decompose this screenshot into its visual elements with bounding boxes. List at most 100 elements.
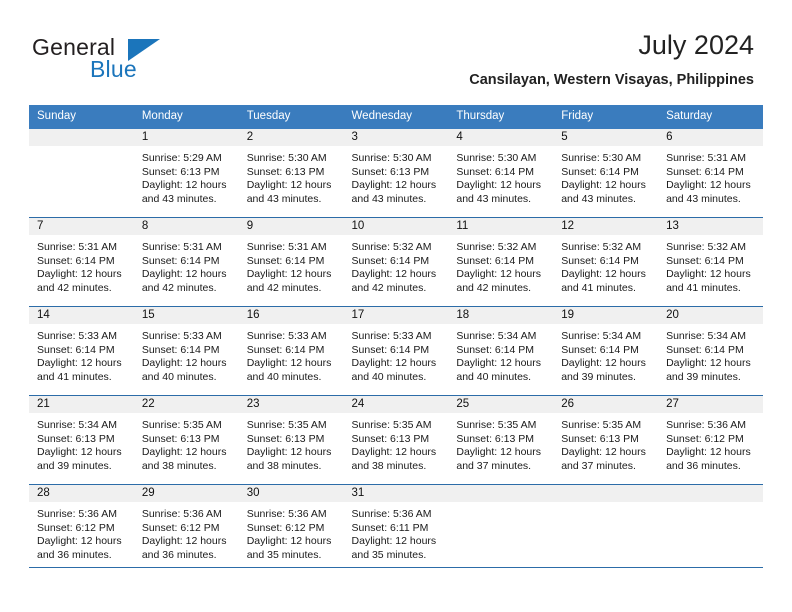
calendar-cell[interactable]: 13 Sunrise: 5:32 AM Sunset: 6:14 PM Dayligh… [658, 217, 763, 307]
day-details: Sunrise: 5:30 AM Sunset: 6:14 PM Daylight:… [553, 146, 658, 206]
calendar-cell[interactable]: 23 Sunrise: 5:35 AM Sunset: 6:13 PM Dayligh… [238, 395, 344, 485]
daylight-text-line2: and 37 minutes. [456, 459, 532, 472]
sunset-text: Sunset: 6:14 PM [37, 343, 115, 356]
day-cell: 20 Sunrise: 5:34 AM Sunset: 6:14 PM Dayligh… [658, 307, 763, 395]
daylight-text-line2: and 35 minutes. [351, 548, 427, 561]
day-number: 31 [343, 485, 449, 502]
calendar-cell[interactable]: 30 Sunrise: 5:36 AM Sunset: 6:12 PM Dayligh… [238, 484, 344, 573]
day-number: 15 [133, 307, 239, 324]
day-number: 9 [238, 218, 344, 235]
brand-name-blue: Blue [90, 56, 137, 82]
sunrise-text: Sunrise: 5:36 AM [246, 508, 327, 520]
day-cell: 5 Sunrise: 5:30 AM Sunset: 6:14 PM Daylight… [553, 129, 659, 217]
calendar-cell[interactable]: 27 Sunrise: 5:36 AM Sunset: 6:12 PM Dayligh… [658, 395, 763, 485]
day-details: Sunrise: 5:35 AM Sunset: 6:13 PM Daylight:… [344, 413, 449, 473]
daylight-text-line2: and 38 minutes. [141, 459, 217, 472]
sunrise-text: Sunrise: 5:31 AM [141, 241, 222, 253]
calendar-cell[interactable]: 11 Sunrise: 5:32 AM Sunset: 6:14 PM Dayligh… [448, 217, 554, 307]
calendar-week-row: 14 Sunrise: 5:33 AM Sunset: 6:14 PM Dayligh… [29, 306, 763, 396]
sunrise-text: Sunrise: 5:33 AM [37, 330, 117, 342]
calendar-cell[interactable]: 21 Sunrise: 5:34 AM Sunset: 6:13 PM Dayligh… [29, 395, 134, 485]
calendar-cell[interactable]: 1 Sunrise: 5:29 AM Sunset: 6:13 PM Daylight… [133, 129, 239, 218]
daylight-text-line2: and 40 minutes. [456, 370, 532, 383]
daylight-text-line2: and 43 minutes. [561, 192, 636, 205]
calendar-cell[interactable]: 19 Sunrise: 5:34 AM Sunset: 6:14 PM Dayligh… [553, 306, 659, 396]
sunrise-text: Sunrise: 5:35 AM [456, 419, 537, 431]
sunset-text: Sunset: 6:14 PM [246, 343, 325, 356]
day-details: Sunrise: 5:36 AM Sunset: 6:12 PM Daylight:… [29, 502, 134, 562]
calendar-cell[interactable]: 8 Sunrise: 5:31 AM Sunset: 6:14 PM Daylight… [133, 217, 239, 307]
day-details: Sunrise: 5:31 AM Sunset: 6:14 PM Daylight:… [134, 235, 239, 295]
sunset-text: Sunset: 6:13 PM [246, 432, 325, 445]
calendar-cell[interactable]: 31 Sunrise: 5:36 AM Sunset: 6:11 PM Dayligh… [343, 484, 449, 573]
calendar-cell[interactable]: 20 Sunrise: 5:34 AM Sunset: 6:14 PM Dayligh… [658, 306, 763, 396]
page-subtitle: Cansilayan, Western Visayas, Philippines [469, 72, 754, 88]
daylight-text-line1: Daylight: 12 hours [141, 446, 227, 459]
calendar-cell[interactable]: 4 Sunrise: 5:30 AM Sunset: 6:14 PM Daylight… [448, 129, 554, 218]
calendar-cell[interactable]: 2 Sunrise: 5:30 AM Sunset: 6:13 PM Daylight… [238, 129, 344, 218]
calendar-cell[interactable]: 5 Sunrise: 5:30 AM Sunset: 6:14 PM Daylight… [553, 129, 659, 218]
day-number: 17 [343, 307, 449, 324]
calendar-cell[interactable]: 12 Sunrise: 5:32 AM Sunset: 6:14 PM Dayligh… [553, 217, 659, 307]
daylight-text-line1: Daylight: 12 hours [456, 268, 542, 281]
brand-logo[interactable]: General Blue [32, 34, 232, 90]
sunrise-text: Sunrise: 5:35 AM [246, 419, 327, 431]
calendar-grid: Sunday Monday Tuesday Wednesday Thursday… [29, 105, 763, 573]
day-details: Sunrise: 5:36 AM Sunset: 6:11 PM Daylight:… [344, 502, 449, 562]
day-number: 1 [133, 129, 239, 146]
sunrise-text: Sunrise: 5:32 AM [351, 241, 432, 253]
calendar-cell[interactable]: 10 Sunrise: 5:32 AM Sunset: 6:14 PM Dayligh… [343, 217, 449, 307]
daylight-text-line2: and 42 minutes. [246, 281, 322, 294]
sunset-text: Sunset: 6:14 PM [561, 254, 639, 267]
calendar-cell[interactable]: 15 Sunrise: 5:33 AM Sunset: 6:14 PM Dayligh… [133, 306, 239, 396]
calendar-cell[interactable]: 29 Sunrise: 5:36 AM Sunset: 6:12 PM Dayligh… [133, 484, 239, 573]
day-cell [29, 129, 134, 217]
calendar-cell[interactable]: 14 Sunrise: 5:33 AM Sunset: 6:14 PM Dayligh… [29, 306, 134, 396]
calendar-cell[interactable]: 18 Sunrise: 5:34 AM Sunset: 6:14 PM Dayligh… [448, 306, 554, 396]
day-number [448, 485, 554, 502]
day-number: 2 [238, 129, 344, 146]
calendar-cell[interactable]: 9 Sunrise: 5:31 AM Sunset: 6:14 PM Daylight… [238, 217, 344, 307]
sunset-text: Sunset: 6:14 PM [141, 254, 220, 267]
daylight-text-line2: and 38 minutes. [351, 459, 427, 472]
calendar-cell[interactable]: 28 Sunrise: 5:36 AM Sunset: 6:12 PM Dayligh… [29, 484, 134, 573]
calendar-cell[interactable]: 16 Sunrise: 5:33 AM Sunset: 6:14 PM Dayligh… [238, 306, 344, 396]
day-number: 22 [133, 396, 239, 413]
sunrise-text: Sunrise: 5:34 AM [561, 330, 642, 342]
calendar-cell[interactable]: 17 Sunrise: 5:33 AM Sunset: 6:14 PM Dayligh… [343, 306, 449, 396]
day-cell: 10 Sunrise: 5:32 AM Sunset: 6:14 PM Dayligh… [343, 218, 449, 306]
sunrise-text: Sunrise: 5:35 AM [561, 419, 642, 431]
day-cell: 17 Sunrise: 5:33 AM Sunset: 6:14 PM Dayligh… [343, 307, 449, 395]
daylight-text-line2: and 43 minutes. [456, 192, 532, 205]
calendar-cell[interactable]: 7 Sunrise: 5:31 AM Sunset: 6:14 PM Daylight… [29, 217, 134, 307]
sunset-text: Sunset: 6:14 PM [246, 254, 325, 267]
day-number [553, 485, 659, 502]
daylight-text-line1: Daylight: 12 hours [37, 535, 122, 548]
calendar-cell-empty [29, 129, 134, 218]
daylight-text-line1: Daylight: 12 hours [351, 179, 437, 192]
day-number: 25 [448, 396, 554, 413]
calendar-cell[interactable]: 24 Sunrise: 5:35 AM Sunset: 6:13 PM Dayligh… [343, 395, 449, 485]
daylight-text-line2: and 42 minutes. [351, 281, 427, 294]
sunset-text: Sunset: 6:13 PM [37, 432, 115, 445]
calendar-cell[interactable]: 22 Sunrise: 5:35 AM Sunset: 6:13 PM Dayligh… [133, 395, 239, 485]
day-details: Sunrise: 5:34 AM Sunset: 6:14 PM Daylight:… [553, 324, 658, 384]
day-number: 20 [658, 307, 763, 324]
day-number [29, 129, 134, 146]
page-title: July 2024 [638, 30, 754, 60]
calendar-cell[interactable]: 26 Sunrise: 5:35 AM Sunset: 6:13 PM Dayligh… [553, 395, 659, 485]
calendar-cell[interactable]: 6 Sunrise: 5:31 AM Sunset: 6:14 PM Daylight… [658, 129, 763, 218]
title-block: July 2024 Cansilayan, Western Visayas, P… [469, 28, 754, 89]
day-cell: 31 Sunrise: 5:36 AM Sunset: 6:11 PM Dayligh… [343, 485, 449, 573]
weekday-header-saturday: Saturday [658, 105, 763, 129]
daylight-text-line2: and 35 minutes. [246, 548, 322, 561]
sunrise-text: Sunrise: 5:29 AM [141, 152, 222, 164]
calendar-cell[interactable]: 25 Sunrise: 5:35 AM Sunset: 6:13 PM Dayligh… [448, 395, 554, 485]
day-cell: 3 Sunrise: 5:30 AM Sunset: 6:13 PM Daylight… [343, 129, 449, 217]
sunset-text: Sunset: 6:13 PM [351, 432, 430, 445]
day-cell: 21 Sunrise: 5:34 AM Sunset: 6:13 PM Dayligh… [29, 396, 134, 484]
sunset-text: Sunset: 6:14 PM [351, 254, 430, 267]
daylight-text-line2: and 36 minutes. [141, 548, 217, 561]
calendar-cell[interactable]: 3 Sunrise: 5:30 AM Sunset: 6:13 PM Daylight… [343, 129, 449, 218]
sunset-text: Sunset: 6:14 PM [456, 165, 535, 178]
